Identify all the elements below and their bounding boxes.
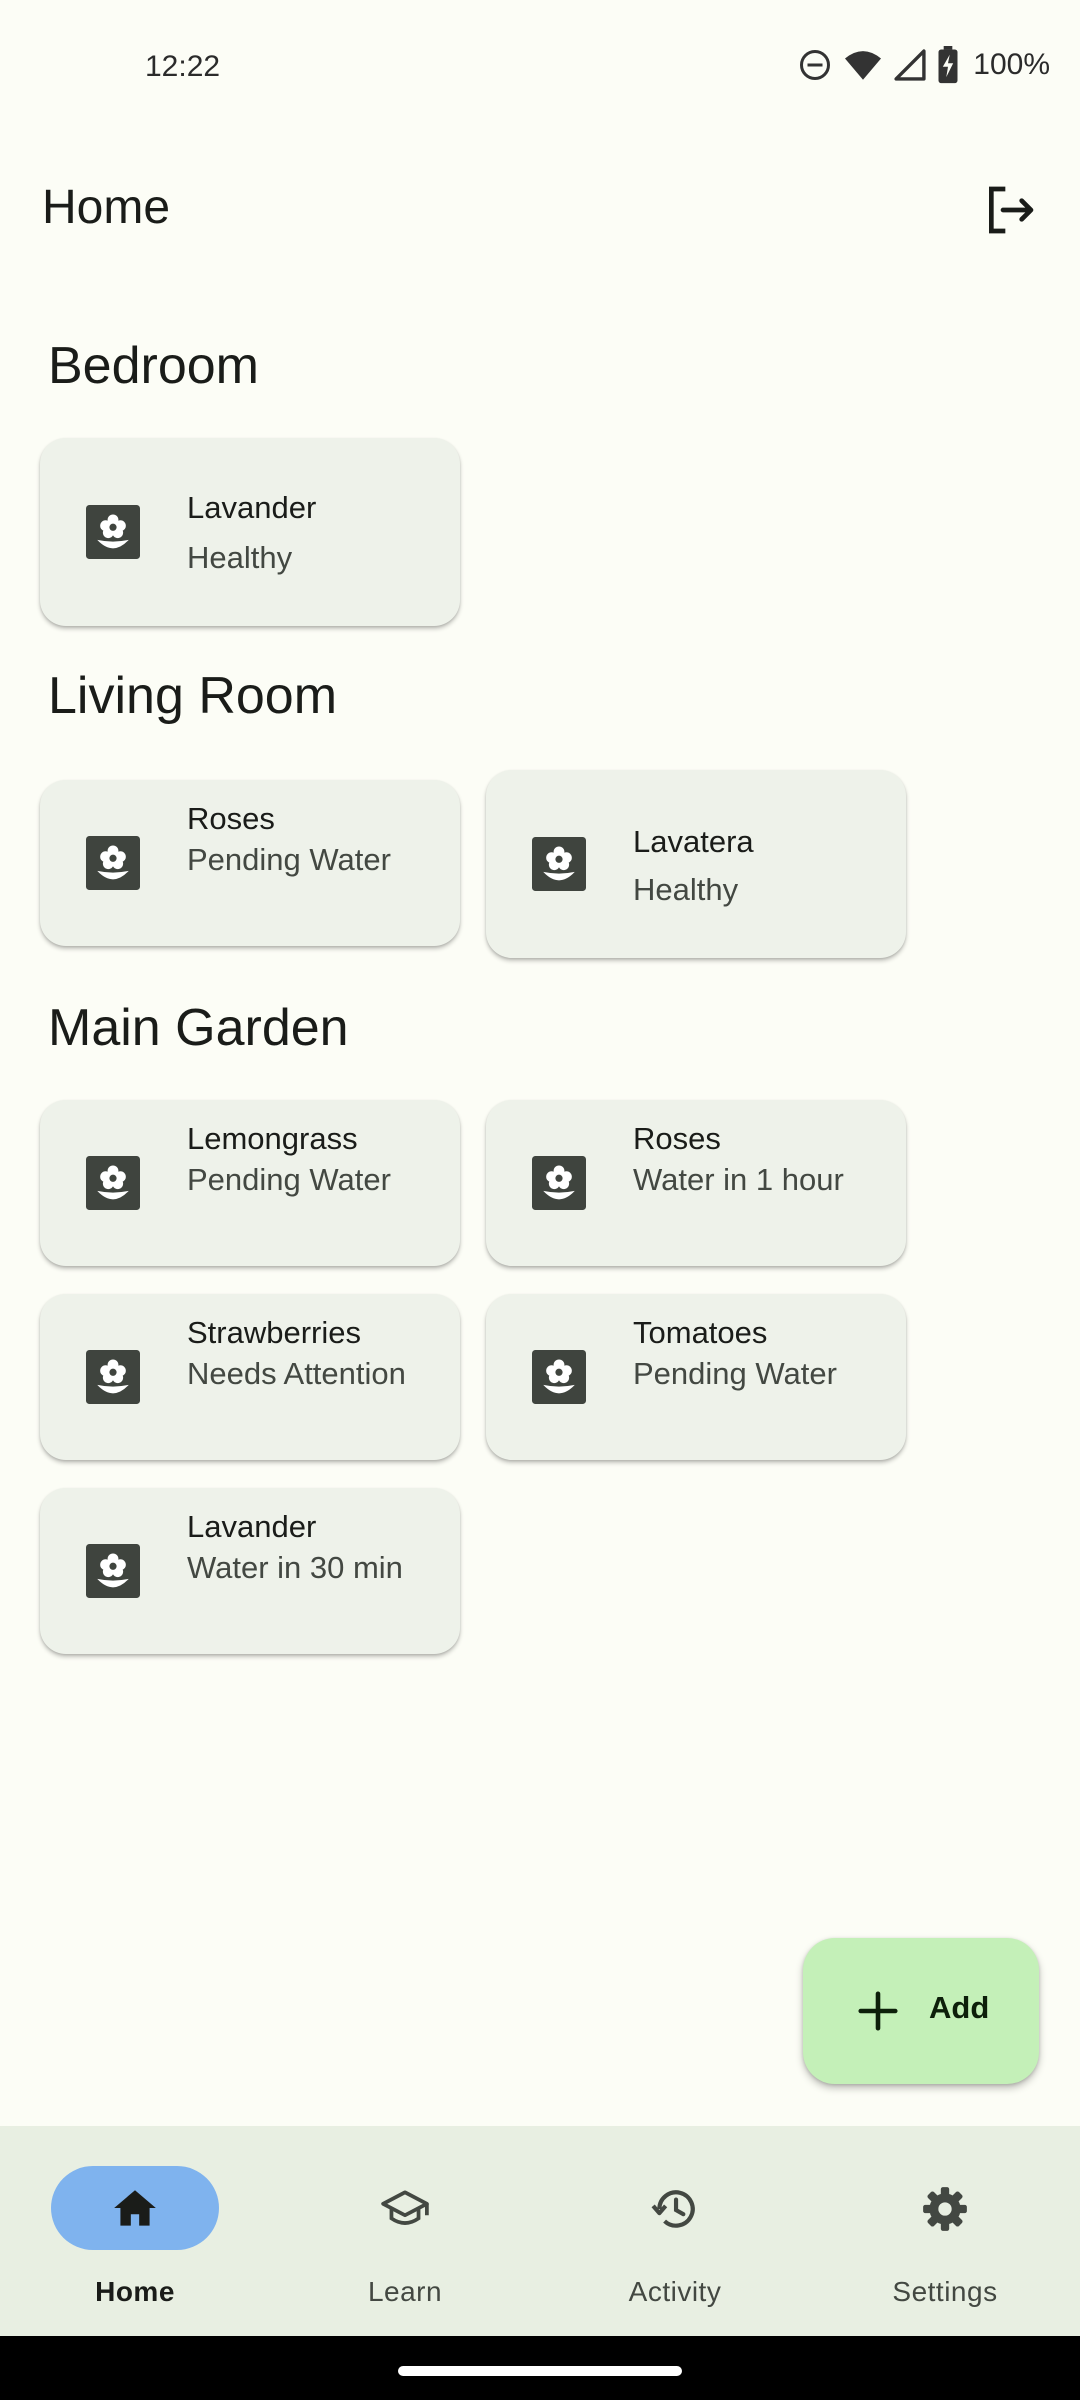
- plant-name: Roses: [187, 801, 275, 836]
- nav-item-learn[interactable]: Learn: [270, 2126, 540, 2336]
- plant-card[interactable]: Tomatoes Pending Water: [486, 1294, 906, 1460]
- wifi-icon: [845, 51, 882, 80]
- page-title: Home: [42, 181, 171, 234]
- plant-card[interactable]: Strawberries Needs Attention: [40, 1294, 460, 1460]
- plant-name: Lavander: [187, 1509, 317, 1544]
- status-time: 12:22: [145, 50, 221, 83]
- plant-name: Strawberries: [187, 1315, 361, 1350]
- add-plant-button[interactable]: Add: [803, 1938, 1039, 2084]
- plant-status: Healthy: [633, 872, 739, 907]
- nav-label-settings: Settings: [892, 2276, 998, 2307]
- do-not-disturb-icon: [800, 50, 831, 80]
- plant-name: Lemongrass: [187, 1121, 358, 1156]
- plant-status: Needs Attention: [187, 1356, 406, 1391]
- plus-icon: [858, 1991, 898, 2031]
- flower-icon: [532, 1350, 586, 1404]
- plant-status: Pending Water: [633, 1356, 837, 1391]
- flower-icon: [86, 836, 140, 890]
- history-icon: [651, 2190, 695, 2228]
- gesture-handle[interactable]: [398, 2366, 682, 2376]
- flower-icon: [532, 1156, 586, 1210]
- flower-icon: [86, 505, 140, 559]
- nav-label-learn: Learn: [367, 2276, 443, 2307]
- plant-name: Roses: [633, 1121, 721, 1156]
- status-bar: 12:22 100%: [0, 0, 1080, 130]
- plant-card[interactable]: Roses Water in 1 hour: [486, 1100, 906, 1266]
- battery-charging-icon: [938, 46, 958, 84]
- home-icon: [114, 2190, 156, 2226]
- gear-icon: [923, 2187, 967, 2231]
- plant-card[interactable]: Lavander Water in 30 min: [40, 1488, 460, 1654]
- plant-status: Pending Water: [187, 842, 391, 877]
- plant-name: Lavatera: [633, 824, 754, 859]
- plant-status: Water in 1 hour: [633, 1162, 844, 1197]
- status-icons: 100%: [797, 46, 1050, 84]
- plant-name: Tomatoes: [633, 1315, 768, 1350]
- add-button-label: Add: [929, 1990, 990, 2025]
- plant-card[interactable]: Roses Pending Water: [40, 780, 460, 946]
- plant-card[interactable]: Lemongrass Pending Water: [40, 1100, 460, 1266]
- plant-name: Lavander: [187, 490, 317, 525]
- plant-status: Healthy: [187, 540, 293, 575]
- signal-icon: [894, 49, 926, 81]
- section-title-bedroom: Bedroom: [48, 337, 259, 395]
- plant-card[interactable]: Lavander Healthy: [40, 438, 460, 626]
- flower-icon: [86, 1544, 140, 1598]
- system-navigation-bar: [0, 2336, 1080, 2400]
- nav-item-settings[interactable]: Settings: [810, 2126, 1080, 2336]
- plant-card[interactable]: Lavatera Healthy: [486, 770, 906, 958]
- school-icon: [381, 2190, 429, 2225]
- nav-label-home: Home: [95, 2276, 175, 2307]
- section-title-main-garden: Main Garden: [48, 999, 349, 1057]
- logout-button[interactable]: [980, 180, 1040, 240]
- battery-percentage: 100%: [973, 48, 1050, 81]
- nav-item-activity[interactable]: Activity: [540, 2126, 810, 2336]
- nav-label-activity: Activity: [628, 2276, 722, 2307]
- nav-item-home[interactable]: Home: [0, 2126, 270, 2336]
- bottom-navigation: Home Learn Activity Settings: [0, 2126, 1080, 2336]
- section-title-living-room: Living Room: [48, 667, 338, 725]
- flower-icon: [86, 1350, 140, 1404]
- flower-icon: [86, 1156, 140, 1210]
- flower-icon: [532, 837, 586, 891]
- logout-icon: [989, 186, 1034, 234]
- plant-status: Pending Water: [187, 1162, 391, 1197]
- plant-status: Water in 30 min: [187, 1550, 403, 1585]
